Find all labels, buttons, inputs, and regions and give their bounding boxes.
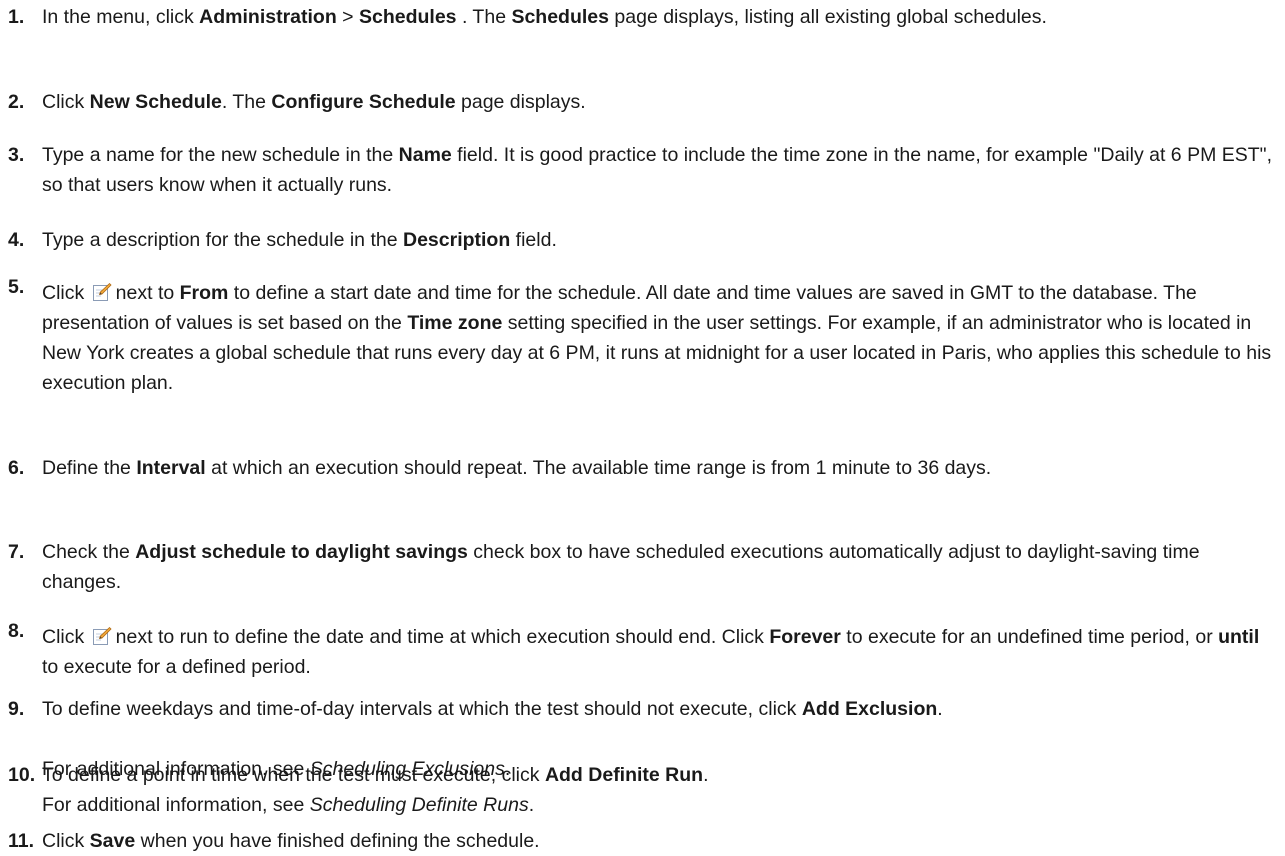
step-text: To define a point in time when the test … bbox=[42, 760, 1272, 790]
ui-term: Administration bbox=[199, 6, 337, 28]
edit-icon bbox=[92, 281, 112, 301]
procedure-page: 1. In the menu, click Administration > Sc… bbox=[0, 0, 1285, 854]
step-text-fragment: . The bbox=[221, 91, 272, 113]
step-number: 11. bbox=[8, 830, 35, 852]
step-text-fragment: > bbox=[336, 6, 359, 28]
step-number: 10. bbox=[8, 764, 36, 786]
step-number: 8. bbox=[8, 620, 25, 642]
step-text-fragment: To define weekdays and time-of-day inter… bbox=[42, 698, 802, 720]
step-text: Click New Schedule. The Configure Schedu… bbox=[42, 87, 1272, 117]
step-number: 4. bbox=[8, 229, 25, 251]
step-number: 6. bbox=[8, 457, 25, 479]
step-text-fragment: . bbox=[528, 794, 535, 816]
step-text-fragment: Type a name for the new schedule in the bbox=[42, 144, 399, 166]
step-text: Check the Adjust schedule to daylight sa… bbox=[42, 537, 1272, 597]
step-text: Type a description for the schedule in t… bbox=[42, 225, 1272, 255]
ui-term: Time zone bbox=[407, 312, 503, 334]
step-text-fragment: Define the bbox=[42, 457, 137, 479]
ui-term: Adjust schedule to daylight savings bbox=[135, 541, 468, 563]
topic-link-text: Scheduling Definite Runs bbox=[309, 794, 529, 816]
ui-term: From bbox=[179, 282, 229, 304]
ui-term: Forever bbox=[769, 626, 841, 648]
step-number: 1. bbox=[8, 6, 25, 28]
step-text: Define the Interval at which an executio… bbox=[42, 453, 1272, 483]
step-text: To define weekdays and time-of-day inter… bbox=[42, 694, 1272, 724]
step-text-fragment: Click bbox=[42, 626, 90, 648]
step-text-fragment: at which an execution should repeat. The… bbox=[205, 457, 992, 479]
step-number: 9. bbox=[8, 698, 25, 720]
step-text: Click next to run to define the date and… bbox=[42, 622, 1272, 682]
ui-term: until bbox=[1218, 626, 1260, 648]
step-text: Click Save when you have finished defini… bbox=[42, 826, 1272, 856]
step-text-fragment: next to run to define the date and time … bbox=[115, 626, 770, 648]
ui-term: Configure Schedule bbox=[271, 91, 456, 113]
step-text-fragment: Click bbox=[42, 91, 90, 113]
step-number: 2. bbox=[8, 91, 25, 113]
edit-icon bbox=[92, 625, 112, 645]
ui-term: New Schedule bbox=[89, 91, 222, 113]
step-text: Type a name for the new schedule in the … bbox=[42, 140, 1272, 200]
ui-term: Add Exclusion bbox=[801, 698, 938, 720]
step-text-fragment: . bbox=[703, 764, 709, 786]
step-text-fragment: In the menu, click bbox=[42, 6, 200, 28]
ui-term: Description bbox=[402, 229, 511, 251]
step-number: 7. bbox=[8, 541, 25, 563]
step-number: 5. bbox=[8, 276, 25, 298]
step-text-fragment: Type a description for the schedule in t… bbox=[42, 229, 403, 251]
ui-term: Schedules bbox=[358, 6, 457, 28]
ui-term: Save bbox=[89, 830, 136, 852]
ui-term: Add Definite Run bbox=[544, 764, 704, 786]
step-text-fragment: Click bbox=[42, 830, 90, 852]
step-text-fragment: to execute for a defined period. bbox=[42, 656, 311, 678]
step-text-fragment: To define a point in time when the test … bbox=[42, 764, 545, 786]
step-text-fragment: to execute for an undefined time period,… bbox=[840, 626, 1219, 648]
step-text-fragment: page displays, listing all existing glob… bbox=[609, 6, 1047, 28]
step-text-fragment: Check the bbox=[42, 541, 136, 563]
step-text-fragment: For additional information, see bbox=[42, 794, 310, 816]
step-number: 3. bbox=[8, 144, 25, 166]
step-text-fragment: . bbox=[937, 698, 943, 720]
step-text-fragment: field. bbox=[510, 229, 557, 251]
step-text: Click next to From to define a start dat… bbox=[42, 278, 1272, 398]
step-text: In the menu, click Administration > Sche… bbox=[42, 2, 1272, 32]
ui-term: Name bbox=[398, 144, 452, 166]
step-note: For additional information, see Scheduli… bbox=[42, 790, 534, 820]
ui-term: Schedules bbox=[511, 6, 609, 28]
step-text-fragment: . The bbox=[456, 6, 512, 28]
step-text-fragment: page displays. bbox=[455, 91, 586, 113]
ui-term: Interval bbox=[136, 457, 206, 479]
step-text-fragment: next to bbox=[115, 282, 180, 304]
step-text-fragment: when you have finished defining the sche… bbox=[135, 830, 540, 852]
step-text-fragment: Click bbox=[42, 282, 90, 304]
